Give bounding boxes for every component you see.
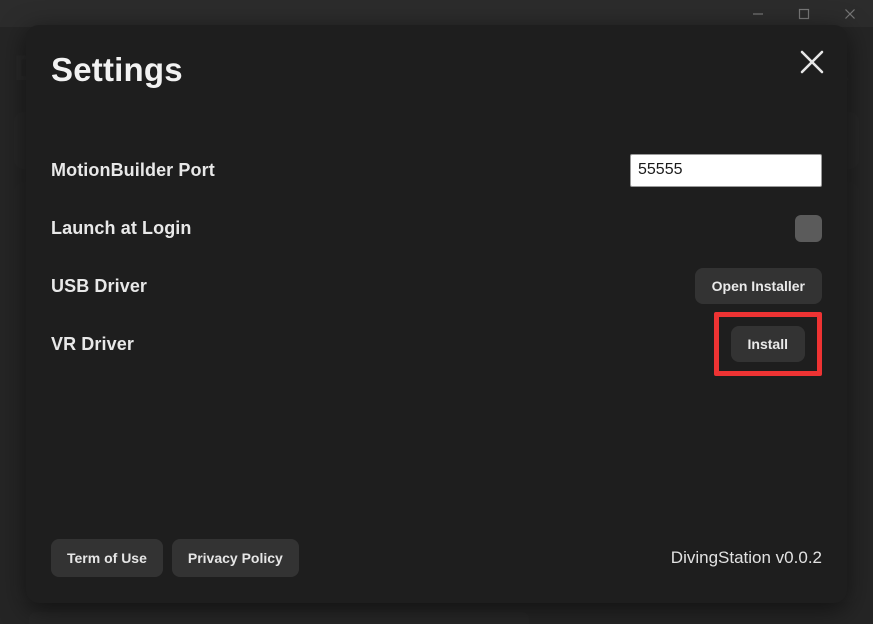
annotation-highlight-box: Install [713,312,822,376]
settings-dialog: Settings MotionBuilder Port Launch at Lo… [26,25,847,603]
term-of-use-button[interactable]: Term of Use [51,539,163,577]
setting-control: Open Installer [694,268,822,304]
app-version-label: DivingStation v0.0.2 [670,548,822,567]
open-installer-button[interactable]: Open Installer [694,268,822,304]
launch-at-login-checkbox[interactable] [795,214,822,242]
dialog-close-button[interactable] [791,41,833,83]
setting-row-motionbuilder-port: MotionBuilder Port [26,141,847,199]
settings-row-list: MotionBuilder Port Launch at Login USB D… [26,141,847,376]
setting-row-vr-driver: VR Driver Install [26,312,847,376]
page-title: Settings [51,51,183,88]
setting-control [795,214,822,242]
setting-label: VR Driver [51,333,134,354]
setting-label: Launch at Login [51,217,192,238]
setting-control [630,153,822,187]
motionbuilder-port-input[interactable] [630,153,822,187]
footer-links: Term of Use Privacy Policy [51,539,299,577]
install-button[interactable]: Install [730,326,805,362]
close-icon [798,48,826,76]
privacy-policy-button[interactable]: Privacy Policy [171,539,299,577]
setting-row-usb-driver: USB Driver Open Installer [26,257,847,315]
setting-label: USB Driver [51,275,148,296]
setting-row-launch-at-login: Launch at Login [26,199,847,257]
dialog-footer: Term of Use Privacy Policy DivingStation… [26,513,847,603]
application-window: DivingStation ContactGlove Settings Moti… [0,0,873,624]
setting-control: Install [713,312,822,376]
setting-label: MotionBuilder Port [51,159,215,180]
